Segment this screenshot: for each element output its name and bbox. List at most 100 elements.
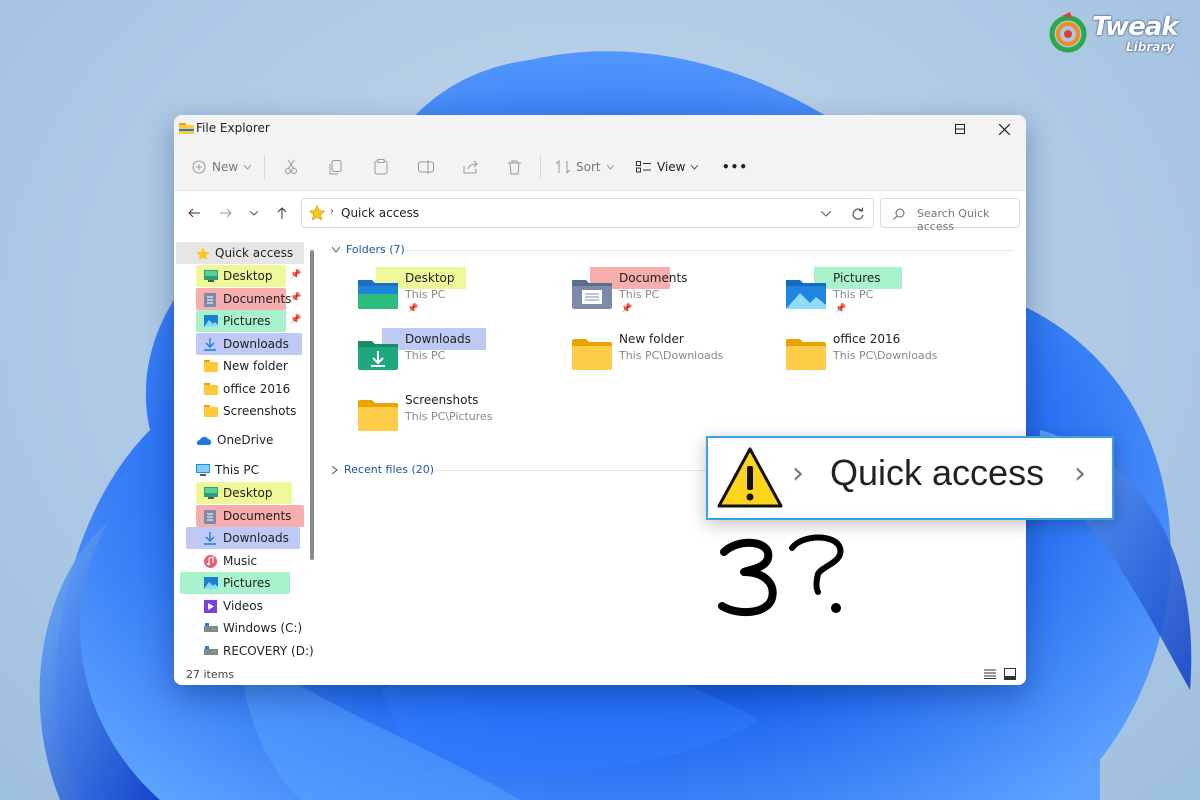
drive-icon xyxy=(204,622,218,634)
breadcrumb-chevron-icon: › xyxy=(330,206,334,217)
sidebar-item-screenshots[interactable]: Screenshots xyxy=(204,400,296,422)
drive-icon xyxy=(204,645,218,657)
address-row: › Quick access › Search Quick access xyxy=(174,191,1026,235)
trash-icon xyxy=(508,160,521,174)
sidebar-item-label: Pictures xyxy=(223,576,271,590)
navigation-pane: Quick access Desktop 📌 Documents 📌 Pictures 📌 D… xyxy=(174,235,322,663)
chevron-down-icon xyxy=(244,164,252,170)
sidebar-item-this-pc[interactable]: This PC xyxy=(196,459,259,481)
sidebar-item-pictures[interactable]: Pictures xyxy=(204,310,271,332)
recent-header-label: Recent files (20) xyxy=(344,463,435,476)
folder-tile-office-2016[interactable]: office 2016 This PC\Downloads xyxy=(786,332,986,382)
folder-name: office 2016 xyxy=(833,332,901,346)
rename-icon xyxy=(418,160,434,174)
toolbar-separator xyxy=(264,155,265,179)
command-bar: New Sort View ••• xyxy=(174,143,1026,191)
folder-tile-documents[interactable]: Documents This PC 📌 xyxy=(572,267,772,321)
search-input[interactable]: Search Quick access xyxy=(917,207,1019,233)
address-bar[interactable]: › Quick access › xyxy=(301,198,874,228)
sidebar-item-label: This PC xyxy=(215,463,259,477)
folder-tile-pictures[interactable]: Pictures This PC 📌 xyxy=(786,267,986,321)
callout-chevron-icon: › xyxy=(1074,456,1086,491)
arrow-up-icon xyxy=(277,207,287,219)
recent-locations-button[interactable] xyxy=(244,203,264,223)
sidebar-item-desktop[interactable]: Desktop xyxy=(204,265,273,287)
sidebar-item-pc-recovery-d-[interactable]: RECOVERY (D:) xyxy=(204,640,314,662)
handwritten-annotation: 3? xyxy=(718,534,844,617)
view-label: View xyxy=(657,160,686,174)
view-icon xyxy=(636,161,651,173)
sidebar-item-label: Desktop xyxy=(223,486,273,500)
folders-section-header[interactable]: Folders (7) xyxy=(332,243,405,256)
sidebar-item-quick-access[interactable]: Quick access xyxy=(196,242,293,264)
sidebar-item-label: Documents xyxy=(223,291,292,306)
forward-button[interactable] xyxy=(216,203,236,223)
sidebar-item-label: Videos xyxy=(223,598,263,613)
chevron-down-icon xyxy=(606,164,614,170)
onedrive-icon xyxy=(196,434,212,446)
sidebar-item-pc-music[interactable]: Music xyxy=(204,550,257,572)
more-options-button[interactable]: ••• xyxy=(722,156,748,178)
downloads-icon xyxy=(204,532,218,545)
sidebar-item-pc-videos[interactable]: Videos xyxy=(204,595,263,617)
close-button[interactable] xyxy=(982,115,1026,143)
folder-icon xyxy=(204,405,218,417)
warning-icon xyxy=(717,447,783,508)
view-button[interactable]: View xyxy=(636,156,699,178)
folder-icon xyxy=(786,338,826,370)
callout-text: Quick access xyxy=(830,452,1045,493)
desktop-icon xyxy=(204,487,218,499)
chevron-down-icon[interactable] xyxy=(821,211,831,217)
folder-tile-screenshots[interactable]: Screenshots This PC\Pictures xyxy=(358,393,558,443)
folder-tile-downloads[interactable]: Downloads This PC xyxy=(358,328,558,382)
sidebar-scrollbar[interactable] xyxy=(310,250,314,560)
back-button[interactable] xyxy=(184,203,204,223)
chevron-right-icon xyxy=(332,465,338,474)
sidebar-item-new-folder[interactable]: New folder xyxy=(204,355,288,377)
sidebar-item-downloads[interactable]: Downloads xyxy=(204,333,289,355)
desktop-icon xyxy=(204,270,218,282)
rename-button[interactable] xyxy=(418,156,434,178)
folder-location: This PC xyxy=(833,288,874,301)
folder-tile-new-folder[interactable]: New folder This PC\Downloads xyxy=(572,332,772,382)
sidebar-item-pc-windows-c-[interactable]: Windows (C:) xyxy=(204,617,302,639)
pictures-icon xyxy=(204,577,218,589)
search-box[interactable]: Search Quick access xyxy=(880,198,1020,233)
up-button[interactable] xyxy=(272,203,292,223)
sort-label: Sort xyxy=(576,160,601,174)
sidebar-item-office-2016[interactable]: office 2016 xyxy=(204,378,290,400)
chevron-down-icon xyxy=(250,210,258,216)
share-icon xyxy=(463,160,478,174)
delete-button[interactable] xyxy=(508,156,521,178)
paste-button[interactable] xyxy=(374,156,388,178)
desktop-folder-icon xyxy=(358,277,398,309)
details-view-icon[interactable] xyxy=(984,669,996,679)
share-button[interactable] xyxy=(463,156,478,178)
downloads-folder-icon xyxy=(358,338,398,370)
sort-button[interactable]: Sort xyxy=(556,156,614,178)
downloads-icon xyxy=(204,337,218,351)
sidebar-item-label: Quick access xyxy=(215,246,294,260)
maximize-button[interactable] xyxy=(938,115,982,143)
breadcrumb-quick-access[interactable]: Quick access xyxy=(341,206,419,220)
window-body: New Sort View ••• › Quick access › Searc… xyxy=(174,143,1026,685)
status-bar: 27 items xyxy=(174,663,1026,685)
sidebar-item-label: OneDrive xyxy=(217,433,274,447)
copy-button[interactable] xyxy=(329,156,342,178)
folder-icon xyxy=(572,338,612,370)
refresh-icon[interactable] xyxy=(851,207,864,220)
recent-files-section-header[interactable]: Recent files (20) xyxy=(332,463,434,476)
folder-location: This PC xyxy=(405,349,446,362)
sidebar-item-onedrive[interactable]: OneDrive xyxy=(196,429,273,451)
folder-tile-desktop[interactable]: Desktop This PC 📌 xyxy=(358,267,558,321)
sidebar-item-pc-pictures[interactable]: Pictures xyxy=(204,572,271,594)
tiles-view-icon[interactable] xyxy=(1004,668,1016,680)
sidebar-item-documents[interactable]: Documents xyxy=(204,288,291,310)
folders-header-label: Folders (7) xyxy=(346,243,405,256)
sidebar-item-pc-downloads[interactable]: Downloads xyxy=(204,527,289,549)
sidebar-item-pc-desktop[interactable]: Desktop xyxy=(204,482,273,504)
new-button[interactable]: New xyxy=(192,156,252,178)
sidebar-item-label: Pictures xyxy=(223,314,271,328)
cut-button[interactable] xyxy=(284,156,298,178)
sidebar-item-pc-documents[interactable]: Documents xyxy=(204,505,291,527)
